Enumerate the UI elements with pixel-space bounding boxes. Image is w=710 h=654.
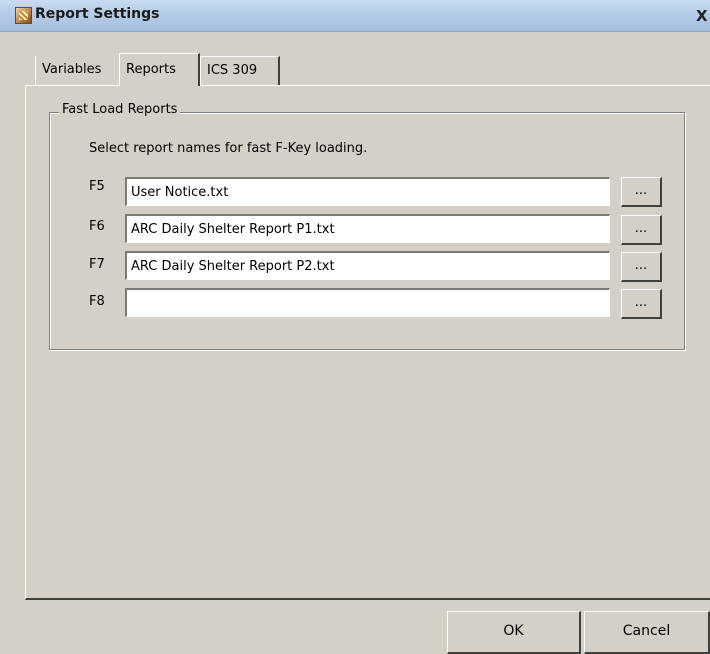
group-legend: Fast Load Reports: [59, 102, 181, 117]
tab-variables-label: Variables: [42, 62, 102, 77]
f7-browse-button[interactable]: ...: [621, 252, 662, 282]
f7-report-input[interactable]: [125, 251, 610, 280]
f6-browse-button[interactable]: ...: [621, 215, 662, 245]
title-bar: Report Settings X: [0, 0, 710, 32]
report-settings-app-icon: [15, 7, 32, 24]
f6-report-input[interactable]: [125, 214, 610, 243]
f7-label: F7: [89, 257, 105, 272]
tab-reports-label: Reports: [126, 62, 176, 77]
tab-ics-309-label: ICS 309: [207, 63, 258, 78]
f8-browse-button[interactable]: ...: [621, 289, 662, 319]
f8-report-input[interactable]: [125, 288, 610, 317]
f5-label: F5: [89, 179, 105, 194]
f5-report-input[interactable]: [125, 177, 610, 206]
cancel-button[interactable]: Cancel: [584, 611, 710, 654]
tab-reports[interactable]: Reports: [119, 53, 200, 86]
window-title: Report Settings: [35, 6, 160, 22]
f5-browse-button[interactable]: ...: [621, 177, 662, 207]
f6-label: F6: [89, 219, 105, 234]
f8-label: F8: [89, 294, 105, 309]
ok-button[interactable]: OK: [447, 611, 581, 654]
close-button[interactable]: X: [696, 6, 710, 26]
tab-ics-309[interactable]: ICS 309: [200, 56, 280, 85]
instruction-text: Select report names for fast F-Key loadi…: [89, 141, 368, 156]
tab-variables[interactable]: Variables: [35, 56, 119, 85]
